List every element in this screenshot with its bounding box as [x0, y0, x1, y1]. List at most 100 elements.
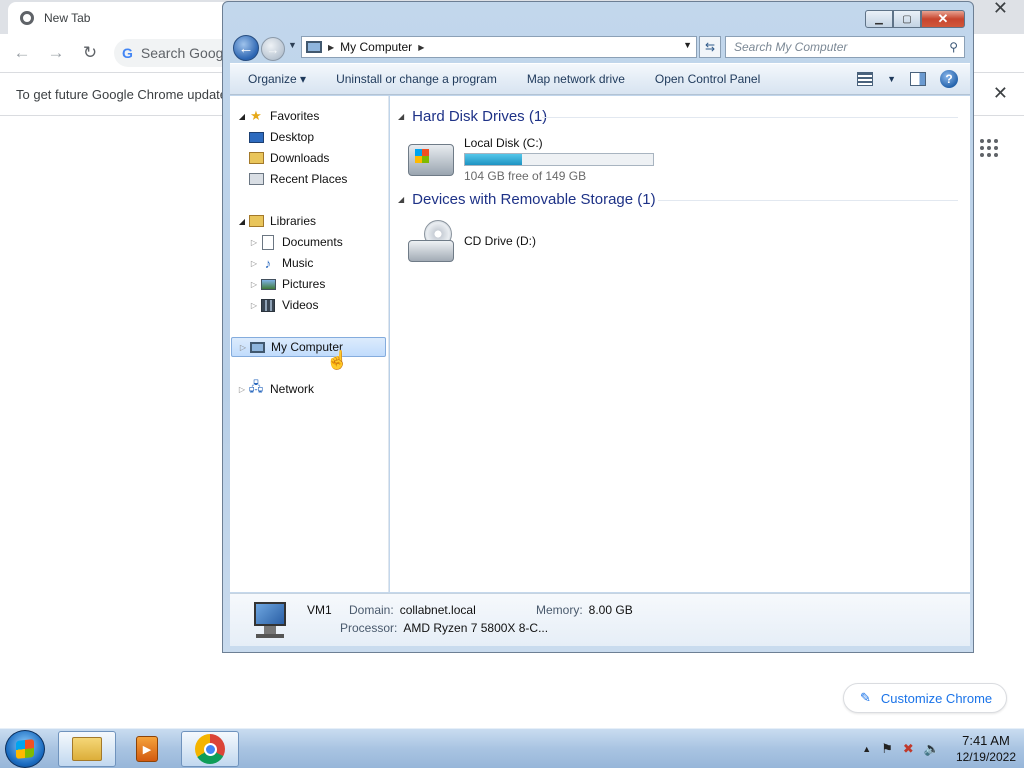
- maximize-button[interactable]: ▢: [893, 10, 921, 28]
- open-control-panel-button[interactable]: Open Control Panel: [655, 72, 760, 86]
- close-button[interactable]: ✕: [921, 10, 965, 28]
- taskbar-media-player-button[interactable]: ▶: [118, 731, 176, 767]
- nav-label: Libraries: [270, 214, 317, 228]
- forward-button[interactable]: →: [261, 37, 285, 61]
- nav-item-downloads[interactable]: Downloads: [248, 148, 329, 168]
- taskbar-chrome-button[interactable]: [181, 731, 239, 767]
- nav-label: Videos: [282, 298, 319, 312]
- collapse-arrow-icon[interactable]: ◢: [236, 112, 248, 121]
- breadcrumb-arrow-icon[interactable]: ▶: [418, 43, 424, 52]
- chrome-tab-new-tab[interactable]: New Tab: [8, 2, 238, 34]
- group-title: Devices with Removable Storage (1): [412, 190, 656, 208]
- clock-time: 7:41 AM: [962, 733, 1010, 748]
- cd-drive-icon: [408, 220, 454, 262]
- collapse-arrow-icon[interactable]: ◢: [398, 112, 404, 121]
- expand-arrow-icon[interactable]: ▷: [248, 280, 260, 289]
- computer-icon: [306, 41, 322, 53]
- help-icon[interactable]: ?: [940, 70, 958, 88]
- show-hidden-icons-icon[interactable]: ▲: [862, 744, 871, 754]
- view-options-dropdown-icon[interactable]: ▼: [887, 74, 896, 84]
- preview-pane-icon[interactable]: [910, 72, 926, 86]
- documents-icon: [260, 234, 276, 250]
- explorer-window: ▁ ▢ ✕ ← → ▼ ▶ My Computer ▶ ▼ ⇆ Search M…: [222, 1, 974, 653]
- chrome-omnibox-placeholder: Search Google: [140, 45, 235, 61]
- network-disconnected-icon[interactable]: ✖: [903, 741, 914, 757]
- taskbar-explorer-button[interactable]: [58, 731, 116, 767]
- minimize-button[interactable]: ▁: [865, 10, 893, 28]
- infobar-close-icon[interactable]: ✕: [993, 83, 1008, 104]
- taskbar: ▶ ▲ ⚑ ✖ 🔈 7:41 AM 12/19/2022: [0, 728, 1024, 768]
- group-divider: [658, 200, 958, 201]
- nav-item-documents[interactable]: ▷ Documents: [248, 232, 343, 252]
- start-button[interactable]: [5, 730, 45, 768]
- nav-item-recent-places[interactable]: Recent Places: [248, 169, 347, 189]
- nav-label: Documents: [282, 235, 343, 249]
- computer-icon: [249, 339, 265, 355]
- nav-item-favorites[interactable]: ◢ ★ Favorites: [236, 106, 319, 126]
- chrome-forward-icon[interactable]: →: [46, 43, 66, 63]
- breadcrumb-my-computer[interactable]: My Computer: [340, 40, 412, 54]
- nav-item-network[interactable]: ▷ 🖧 Network: [236, 379, 314, 399]
- customize-chrome-button[interactable]: ✎ Customize Chrome: [843, 683, 1007, 713]
- chrome-back-icon[interactable]: ←: [12, 43, 32, 63]
- nav-label: Network: [270, 382, 315, 396]
- nav-item-desktop[interactable]: Desktop: [248, 127, 314, 147]
- group-removable-storage[interactable]: ◢ Devices with Removable Storage (1): [398, 189, 656, 209]
- nav-label: Recent Places: [270, 172, 348, 186]
- google-apps-icon[interactable]: [980, 139, 1000, 157]
- media-player-icon: ▶: [136, 736, 158, 762]
- pencil-icon: ✎: [860, 690, 871, 705]
- computer-name: VM1: [307, 603, 332, 617]
- expand-arrow-icon[interactable]: ▷: [236, 385, 248, 394]
- address-dropdown-icon[interactable]: ▼: [683, 40, 692, 50]
- back-button[interactable]: ←: [233, 35, 259, 61]
- expand-arrow-icon[interactable]: ▷: [248, 301, 260, 310]
- nav-label: Desktop: [270, 130, 315, 144]
- uninstall-program-button[interactable]: Uninstall or change a program: [336, 72, 497, 86]
- chrome-favicon-icon: [20, 11, 34, 25]
- nav-item-videos[interactable]: ▷ Videos: [248, 295, 319, 315]
- chrome-close-icon[interactable]: ✕: [993, 0, 1008, 17]
- drive-cd-d[interactable]: CD Drive (D:): [408, 220, 536, 262]
- search-input[interactable]: Search My Computer ⚲: [725, 36, 965, 58]
- recent-pages-dropdown-icon[interactable]: ▼: [288, 40, 297, 50]
- breadcrumb-arrow-icon[interactable]: ▶: [328, 43, 334, 52]
- clock[interactable]: 7:41 AM 12/19/2022: [956, 733, 1016, 765]
- nav-item-pictures[interactable]: ▷ Pictures: [248, 274, 325, 294]
- group-hard-disk-drives[interactable]: ◢ Hard Disk Drives (1): [398, 106, 547, 126]
- nav-item-my-computer[interactable]: ▷ My Computer: [231, 337, 386, 357]
- nav-label: Favorites: [270, 109, 320, 123]
- change-view-icon[interactable]: [857, 72, 874, 86]
- nav-label: Music: [282, 256, 314, 270]
- computer-icon: [250, 602, 290, 638]
- music-icon: ♪: [264, 255, 272, 271]
- map-network-drive-button[interactable]: Map network drive: [527, 72, 625, 86]
- nav-item-music[interactable]: ▷ ♪ Music: [248, 253, 313, 273]
- chrome-reload-icon[interactable]: ↻: [80, 43, 100, 63]
- system-tray: ▲ ⚑ ✖ 🔈 7:41 AM 12/19/2022: [862, 729, 1016, 768]
- collapse-arrow-icon[interactable]: ◢: [236, 217, 248, 226]
- search-icon[interactable]: ⚲: [949, 40, 958, 54]
- caption-buttons: ▁ ▢ ✕: [865, 10, 965, 28]
- nav-item-libraries[interactable]: ◢ Libraries: [236, 211, 316, 231]
- collapse-arrow-icon[interactable]: ◢: [398, 195, 404, 204]
- processor-field: Processor: AMD Ryzen 7 5800X 8-C...: [340, 621, 549, 635]
- hard-disk-icon: [408, 144, 454, 176]
- group-title: Hard Disk Drives (1): [412, 107, 548, 125]
- drive-local-disk-c[interactable]: Local Disk (C:) 104 GB free of 149 GB: [408, 136, 654, 183]
- hand-pointer-cursor-icon: ☝: [326, 350, 349, 370]
- expand-arrow-icon[interactable]: ▷: [248, 259, 260, 268]
- refresh-button[interactable]: ⇆: [699, 36, 721, 58]
- videos-icon: [260, 297, 276, 313]
- pictures-icon: [260, 276, 276, 292]
- folder-icon: [72, 737, 102, 761]
- drive-name: CD Drive (D:): [464, 234, 536, 248]
- action-center-flag-icon[interactable]: ⚑: [881, 741, 893, 757]
- expand-arrow-icon[interactable]: ▷: [237, 343, 249, 352]
- address-bar[interactable]: ▶ My Computer ▶ ▼: [301, 36, 697, 58]
- organize-button[interactable]: Organize ▾: [248, 72, 306, 86]
- customize-chrome-label: Customize Chrome: [880, 690, 993, 706]
- expand-arrow-icon[interactable]: ▷: [248, 238, 260, 247]
- volume-icon[interactable]: 🔈: [924, 741, 940, 757]
- drive-name: Local Disk (C:): [464, 136, 543, 150]
